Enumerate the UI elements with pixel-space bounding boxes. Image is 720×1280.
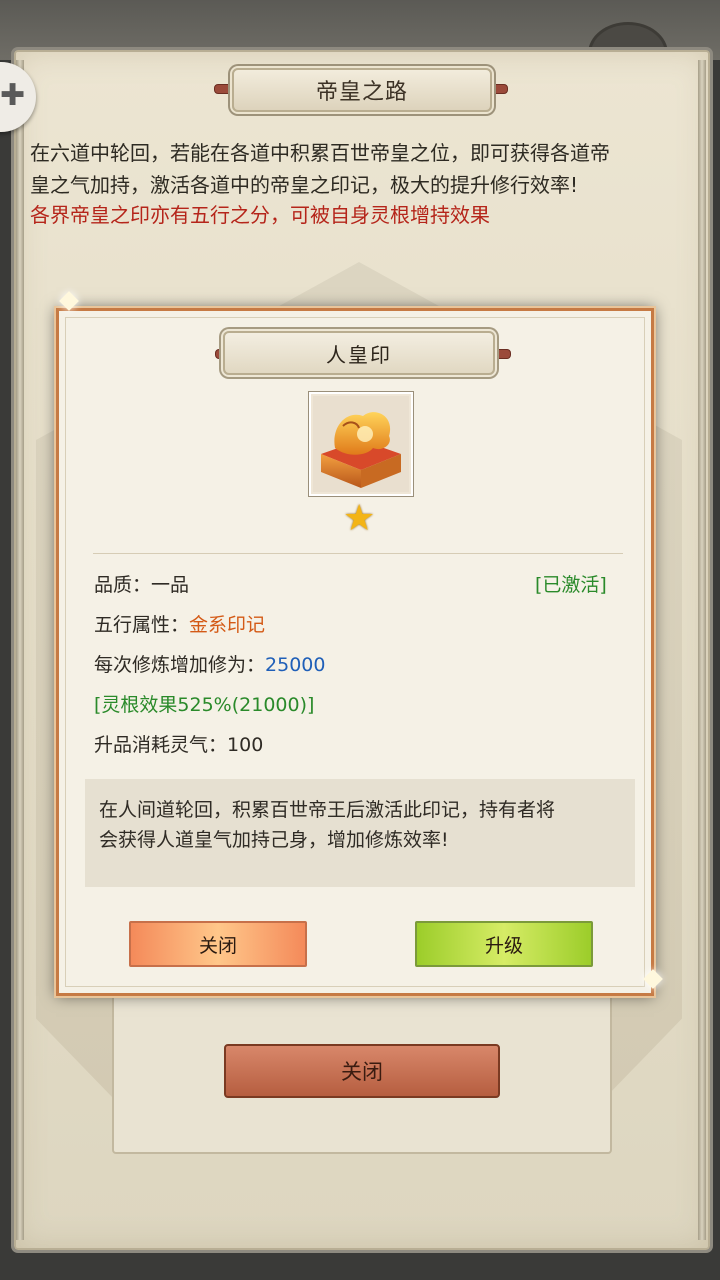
lore-description: 在人间道轮回，积累百世帝王后激活此印记，持有者将 会获得人道皇气加持己身，增加修… <box>85 779 635 887</box>
lore-line-1: 在人间道轮回，积累百世帝王后激活此印记，持有者将 <box>99 799 556 821</box>
element-label: 五行属性： <box>94 614 190 636</box>
description-line-2: 皇之气加持，激活各道中的帝皇之印记，极大的提升修行效率! <box>30 173 579 197</box>
upgrade-button-label: 升级 <box>484 934 523 957</box>
activation-status: [已激活] <box>535 574 607 596</box>
close-button-label: 关闭 <box>198 934 237 957</box>
background-close-button[interactable]: 关闭 <box>224 1044 500 1098</box>
upgrade-cost-row: 升品消耗灵气：100 <box>94 733 263 757</box>
puzzle-icon: ✚ <box>0 78 26 113</box>
page-title: 帝皇之路 <box>315 80 408 105</box>
scroll-rod-right <box>698 60 706 1240</box>
modal-title: 人皇印 <box>326 342 392 367</box>
modal-title-plaque: 人皇印 <box>223 331 495 375</box>
upgrade-button[interactable]: 升级 <box>415 921 593 967</box>
item-slot[interactable] <box>308 391 414 497</box>
upgrade-cost-value: 100 <box>227 734 264 756</box>
upgrade-cost-label: 升品消耗灵气： <box>94 734 228 756</box>
imperial-seal-icon <box>313 396 409 492</box>
quality-label: 品质： <box>94 574 152 596</box>
page-title-plaque: 帝皇之路 <box>232 68 492 112</box>
cultivation-row: 每次修炼增加修为：25000 <box>94 653 325 677</box>
description-line-1: 在六道中轮回，若能在各道中积累百世帝皇之位，即可获得各道帝 <box>30 141 610 165</box>
element-value: 金系印记 <box>189 614 266 636</box>
cultivation-label: 每次修炼增加修为： <box>94 654 266 676</box>
divider <box>93 553 623 554</box>
star-rating-icon: ★ <box>343 498 376 539</box>
quality-row: 品质：一品 <box>94 573 189 597</box>
cultivation-value: 25000 <box>265 654 326 676</box>
seal-detail-modal: 人皇印 ★ 品质：一品 [已激活] 五行属性：金系印记 每次修炼增加修为：250… <box>56 308 654 996</box>
background-close-label: 关闭 <box>341 1060 383 1084</box>
lore-line-2: 会获得人道皇气加持己身，增加修炼效率! <box>99 829 449 851</box>
scroll-rod-left <box>16 60 24 1240</box>
root-effect: [灵根效果525%(21000)] <box>94 694 315 716</box>
element-row: 五行属性：金系印记 <box>94 613 265 637</box>
description-highlight: 各界帝皇之印亦有五行之分，可被自身灵根增持效果 <box>30 203 490 227</box>
close-button[interactable]: 关闭 <box>129 921 307 967</box>
quality-value: 一品 <box>151 574 190 596</box>
